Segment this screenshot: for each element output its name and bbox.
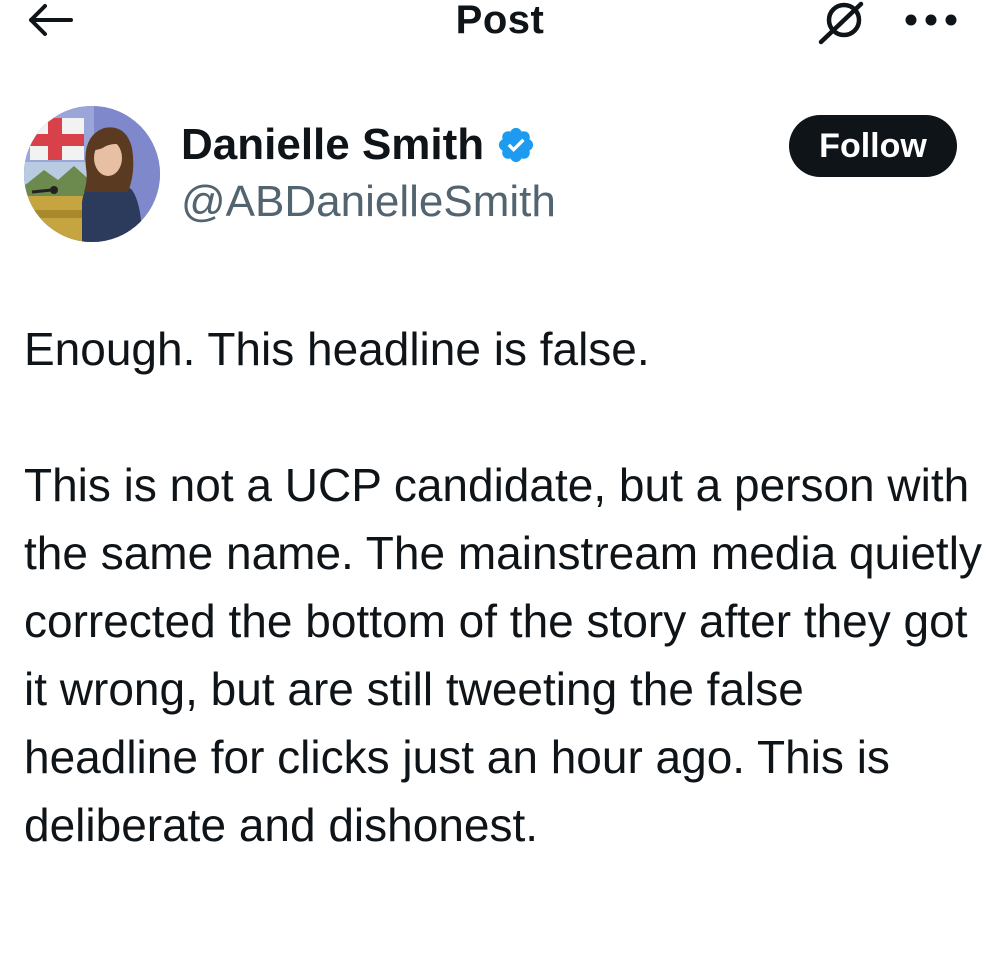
more-horizontal-icon xyxy=(905,14,957,26)
post-paragraph: Enough. This headline is false. xyxy=(24,323,650,375)
grok-icon xyxy=(818,1,864,45)
post-text: Enough. This headline is false. This is … xyxy=(24,315,989,859)
author-display-name[interactable]: Danielle Smith xyxy=(181,120,484,170)
verified-badge-icon[interactable] xyxy=(496,125,536,165)
top-bar: Post xyxy=(0,0,1000,50)
profile-photo xyxy=(24,106,160,242)
avatar[interactable] xyxy=(24,106,160,242)
post-paragraph: This is not a UCP candidate, but a perso… xyxy=(24,459,982,851)
grok-button[interactable] xyxy=(812,0,874,46)
more-button[interactable] xyxy=(896,2,966,38)
author-handle[interactable]: @ABDanielleSmith xyxy=(181,177,556,227)
follow-button[interactable]: Follow xyxy=(789,115,957,177)
author-name-row[interactable]: Danielle Smith xyxy=(181,120,536,170)
